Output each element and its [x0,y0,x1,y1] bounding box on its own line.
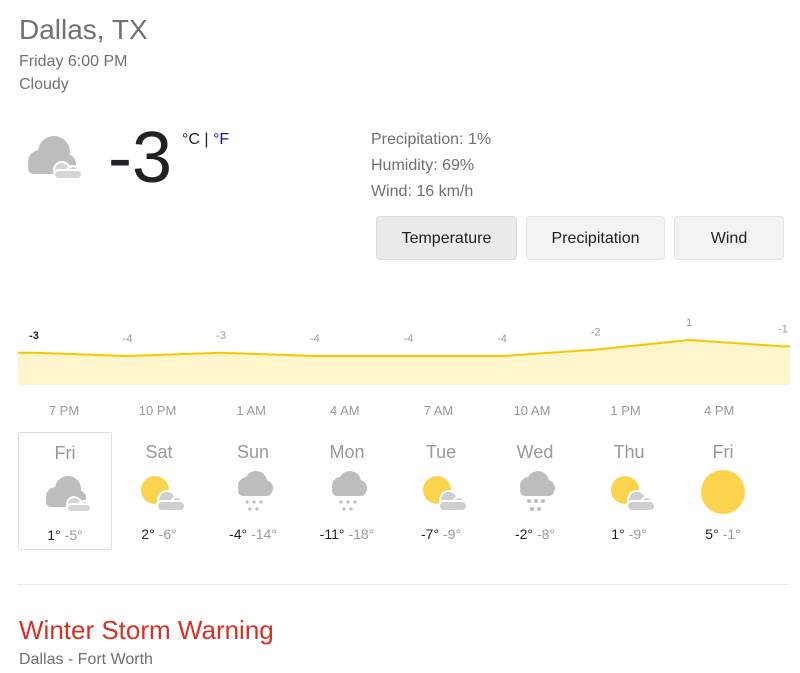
temp-label: -4 [310,333,320,345]
humidity-detail: Humidity: 69% [371,157,475,174]
day-card[interactable]: Sat 2° -6° [112,432,206,550]
location-title: Dallas, TX [19,14,148,45]
day-card[interactable]: Thu 1° -9° [582,432,676,550]
day-high: 1° [47,527,61,543]
day-name: Tue [425,442,457,462]
day-card[interactable]: Fri 1° -5° [18,432,112,550]
daily-forecast: Fri 1° -5° Sat 2° -6° Sun -4° -14° Mon -11°… [18,432,788,550]
day-low: -9° [628,526,647,542]
unit-separator: | [199,131,213,148]
alert-title[interactable]: Winter Storm Warning [19,615,274,646]
cloudy-icon [28,136,83,180]
weather-details: Precipitation: 1% Humidity: 69% Wind: 16… [371,127,491,205]
temp-label: -4 [123,333,133,345]
day-temps: -7° -9° [394,526,488,542]
day-temps: 2° -6° [112,526,206,542]
snow-icon [238,471,273,511]
day-high: 1° [611,526,625,542]
time-label: 10 PM [139,403,177,418]
time-label: 4 PM [704,403,734,418]
day-low: -5° [64,527,83,543]
celsius-unit[interactable]: °C [182,131,200,148]
cloudy-icon [46,476,92,513]
day-low: -18° [348,526,375,542]
day-low: -8° [537,526,556,542]
tab-precipitation[interactable]: Precipitation [526,216,665,260]
snow-icon [332,471,367,511]
day-low: -9° [443,526,462,542]
day-high: -4° [229,526,248,542]
day-low: -1° [722,526,741,542]
tab-wind[interactable]: Wind [674,216,784,260]
tab-temperature[interactable]: Temperature [376,216,517,260]
fahrenheit-unit[interactable]: °F [213,131,229,148]
temp-label: -3 [29,330,39,342]
day-name: Fri [54,443,76,463]
sunny-icon [701,470,745,514]
temp-label: -1 [778,323,788,335]
day-temps: 5° -1° [676,526,770,542]
precipitation-detail: Precipitation: 1% [371,131,492,148]
day-high: 2° [141,526,155,542]
temp-label: -3 [216,330,226,342]
day-name: Sun [236,442,270,462]
day-name: Thu [613,442,645,462]
datetime: Friday 6:00 PM [19,53,128,70]
temp-label: -2 [591,327,601,339]
day-temps: -4° -14° [206,526,300,542]
unit-toggle: °C | °F [182,131,229,149]
day-high: -11° [319,526,345,542]
day-temps: 1° -5° [19,527,111,543]
alert-area: Dallas - Fort Worth [19,651,153,668]
day-card[interactable]: Fri 5° -1° [676,432,770,550]
partly-sunny-icon [141,476,186,512]
day-low: -14° [251,526,277,542]
time-label: 1 PM [610,403,640,418]
day-high: -2° [514,526,533,542]
day-card[interactable]: Wed -2° -8° [488,432,582,550]
day-high: 5° [705,526,719,542]
day-low: -6° [158,526,177,542]
temp-label: -4 [404,333,414,345]
divider [18,584,788,585]
time-label: 10 AM [514,403,551,418]
day-card[interactable]: Mon -11° -18° [300,432,394,550]
day-name: Wed [516,442,554,462]
partly-sunny-icon [611,476,656,512]
day-temps: -11° -18° [300,526,394,542]
day-card[interactable]: Sun -4° -14° [206,432,300,550]
snow-icon [520,471,555,511]
partly-sunny-icon [423,476,468,512]
time-label: 4 AM [330,403,360,418]
day-high: -7° [420,526,439,542]
temperature-area [18,340,790,385]
time-label: 7 AM [424,403,454,418]
day-temps: -2° -8° [488,526,582,542]
day-name: Fri [712,442,734,462]
day-name: Sat [145,442,173,462]
day-name: Mon [329,442,365,462]
day-card[interactable]: Tue -7° -9° [394,432,488,550]
time-label: 1 AM [236,403,266,418]
temp-label: 1 [686,317,692,329]
temp-label: -4 [497,333,507,345]
wind-detail: Wind: 16 km/h [371,183,474,200]
day-temps: 1° -9° [582,526,676,542]
hourly-temperature-chart: -3 -4 -3 -4 -4 -4 -2 1 -1 7 PM 10 PM 1 AM 4 AM 7 AM 10… [18,317,790,418]
current-temperature: -3 [108,118,173,198]
time-label: 7 PM [49,403,79,418]
condition: Cloudy [19,76,69,93]
